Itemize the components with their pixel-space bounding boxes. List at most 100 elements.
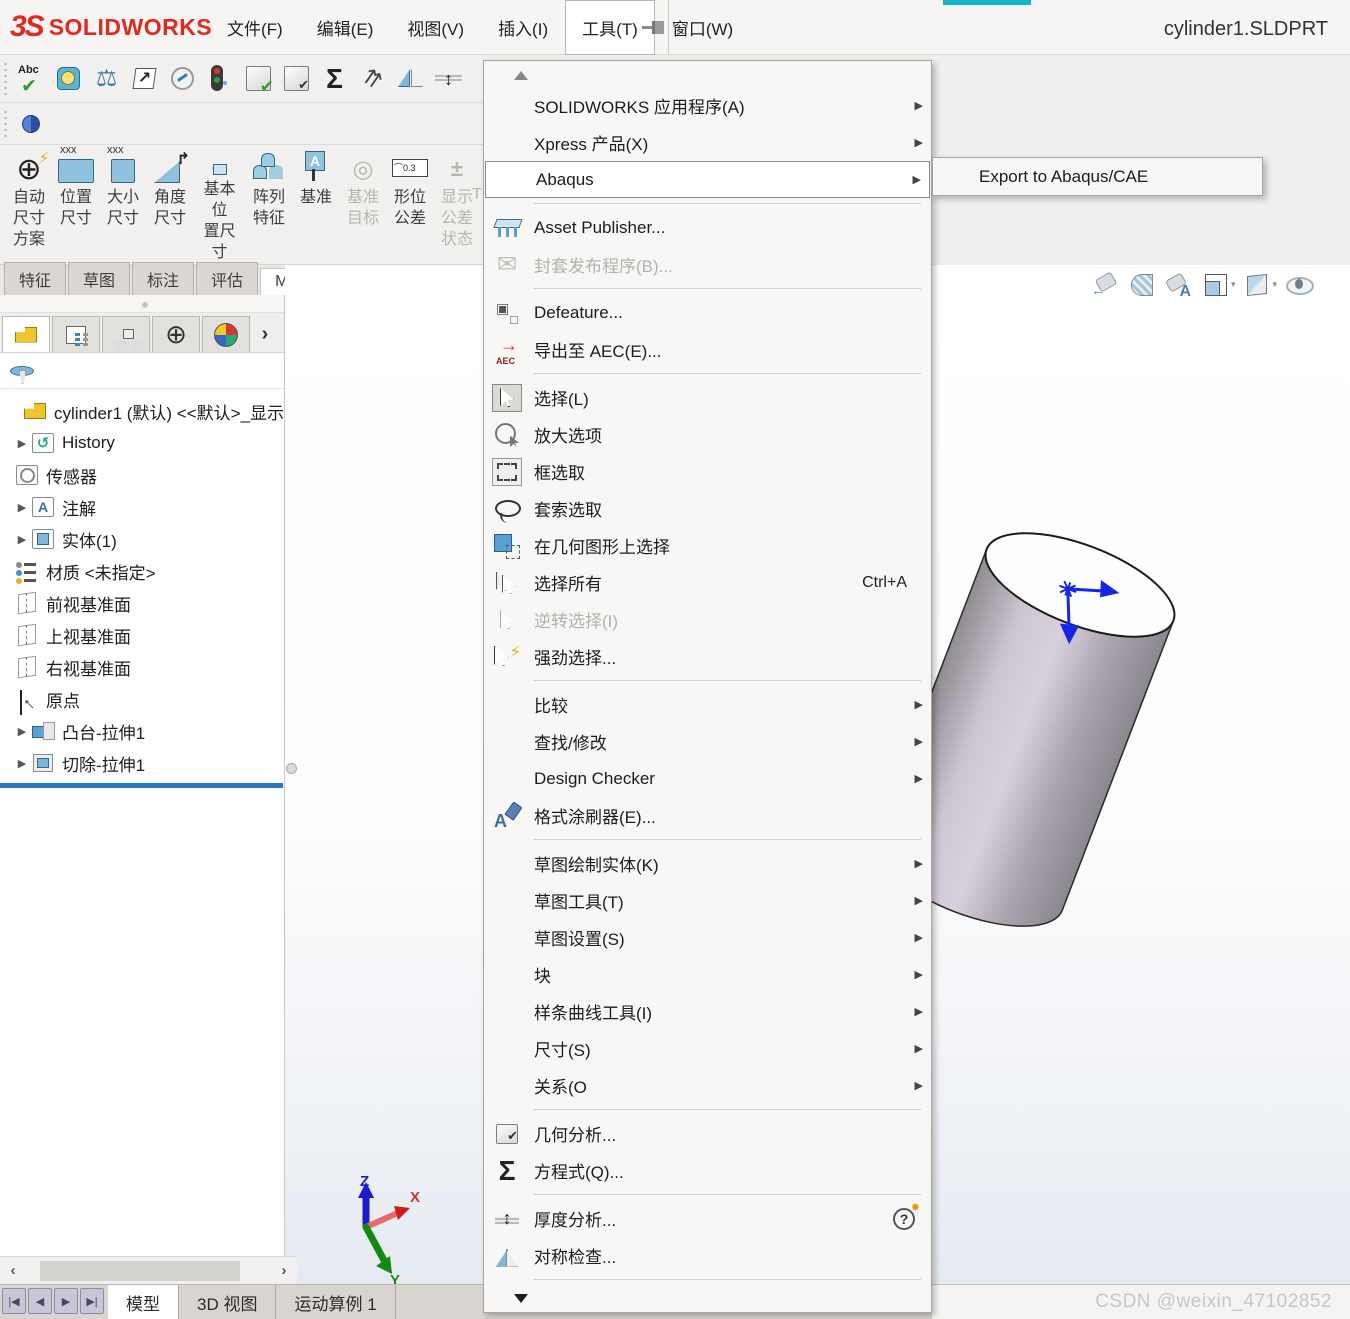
panel-tab[interactable]: [52, 316, 100, 352]
tree-item-row[interactable]: ▶ 上视基准面: [0, 619, 284, 651]
help-icon[interactable]: ?: [893, 1208, 915, 1230]
menu-item[interactable]: 块 ? ▶: [484, 956, 931, 993]
hud-button[interactable]: ▾: [1200, 269, 1236, 299]
tree-item-row[interactable]: ▶ 凸台-拉伸1: [0, 715, 284, 747]
toolbar-grip-2[interactable]: [3, 109, 8, 138]
panel-splitter-handle[interactable]: [0, 295, 284, 313]
scrollbar-track[interactable]: [26, 1261, 271, 1281]
toolbar-grip[interactable]: [3, 61, 8, 96]
sheet-nav-button[interactable]: |◀: [2, 1288, 26, 1314]
menu-item[interactable]: 草图工具(T) ? ▶: [484, 882, 931, 919]
menu-item[interactable]: Xpress 产品(X) ? ▶: [484, 124, 931, 161]
command-tab[interactable]: 特征: [4, 262, 66, 295]
rollback-bar[interactable]: [0, 783, 283, 788]
tree-item-row[interactable]: ▶ 原点: [0, 683, 284, 715]
toolbar-button[interactable]: [318, 62, 351, 95]
hud-button[interactable]: [1052, 269, 1083, 299]
menu-item[interactable]: 尺寸(S) ? ▶: [484, 1030, 931, 1067]
menu-item[interactable]: ? ▶: [484, 368, 931, 379]
menu-item[interactable]: 在几何图形上选择 ? ▶: [484, 527, 931, 564]
panel-tab[interactable]: [202, 316, 250, 352]
hud-button[interactable]: [1283, 269, 1314, 299]
menu-item[interactable]: 逆转选择(I) ? ▶: [484, 601, 931, 638]
tree-item-row[interactable]: ▶ History: [0, 427, 284, 459]
menu-item[interactable]: 比较 ? ▶: [484, 686, 931, 723]
panel-tab[interactable]: [2, 316, 50, 352]
hud-button[interactable]: ▾: [1242, 269, 1278, 299]
menubar-item[interactable]: 编辑(E): [300, 0, 391, 55]
menu-item[interactable]: 对称检查... ? ▶: [484, 1237, 931, 1274]
tree-item-row[interactable]: ▶ 传感器: [0, 459, 284, 491]
tree-root-row[interactable]: ▶ cylinder1 (默认) <<默认>_显示: [0, 395, 284, 427]
expand-arrow-icon[interactable]: ▶: [14, 437, 30, 450]
mbd-toolbar-button[interactable]: 大小尺寸: [100, 149, 146, 264]
menu-item[interactable]: 查找/修改 ? ▶: [484, 723, 931, 760]
scrollbar-thumb[interactable]: [40, 1261, 240, 1281]
hud-button[interactable]: [1015, 269, 1046, 299]
command-tab[interactable]: 草图: [68, 262, 130, 295]
panel-tabs-expand-button[interactable]: ›: [252, 316, 278, 352]
toolbar-button[interactable]: [394, 62, 427, 95]
tree-item-row[interactable]: ▶ 前视基准面: [0, 587, 284, 619]
mbd-toolbar-button[interactable]: 基本位置尺寸 ▼: [194, 149, 245, 264]
menubar-item[interactable]: 文件(F): [210, 0, 300, 55]
hud-button[interactable]: [1126, 269, 1157, 299]
export-to-abaqus-item[interactable]: Export to Abaqus/CAE: [933, 167, 1148, 187]
scroll-right-icon[interactable]: ›: [271, 1262, 297, 1279]
toolbar-button[interactable]: [242, 62, 275, 95]
mbd-toolbar-button[interactable]: 角度尺寸: [147, 149, 193, 264]
menu-item[interactable]: 几何分析... ? ▶: [484, 1115, 931, 1152]
mbd-toolbar-button[interactable]: 位置尺寸: [53, 149, 99, 264]
hud-button[interactable]: [1163, 269, 1194, 299]
expand-arrow-icon[interactable]: ▶: [14, 501, 30, 514]
menubar-item[interactable]: 视图(V): [390, 0, 481, 55]
panel-resize-splitter[interactable]: [285, 295, 298, 1258]
sheet-nav-button[interactable]: ▶: [54, 1288, 78, 1314]
toolbar-button[interactable]: [52, 62, 85, 95]
menu-item[interactable]: ? ▶: [484, 63, 931, 87]
menu-item[interactable]: 选择(L) ? ▶: [484, 379, 931, 416]
splitter-knob[interactable]: [286, 763, 297, 774]
tree-item-row[interactable]: ▶ 材质 <未指定>: [0, 555, 284, 587]
menu-item[interactable]: ? ▶: [484, 834, 931, 845]
hud-button[interactable]: [1089, 269, 1120, 299]
document-tab[interactable]: 模型: [108, 1285, 179, 1319]
scroll-left-icon[interactable]: ‹: [0, 1262, 26, 1279]
menu-item[interactable]: 封套发布程序(B)... ? ▶: [484, 246, 931, 283]
toolbar-button[interactable]: [90, 62, 123, 95]
command-tab[interactable]: 评估: [196, 262, 258, 295]
mbd-toolbar-button[interactable]: 自动尺寸方案: [6, 149, 52, 264]
toolbar-button[interactable]: [128, 62, 161, 95]
tree-item-row[interactable]: ▶ 右视基准面: [0, 651, 284, 683]
menu-item[interactable]: 框选取 ? ▶: [484, 453, 931, 490]
menu-item[interactable]: 选择所有 Ctrl+A ? ▶: [484, 564, 931, 601]
tree-filter-row[interactable]: [0, 353, 284, 389]
panel-tab[interactable]: [102, 316, 150, 352]
menu-item[interactable]: 格式涂刷器(E)... ? ▶: [484, 797, 931, 834]
menu-item[interactable]: SOLIDWORKS 应用程序(A) ? ▶: [484, 87, 931, 124]
menu-item[interactable]: Defeature... ? ▶: [484, 294, 931, 331]
tree-item-row[interactable]: ▶ 实体(1): [0, 523, 284, 555]
menu-item[interactable]: 放大选项 ? ▶: [484, 416, 931, 453]
expand-arrow-icon[interactable]: ▶: [14, 533, 30, 546]
menu-item[interactable]: 厚度分析... ? ▶: [484, 1200, 931, 1237]
mbd-toolbar-button[interactable]: 阵列特征: [246, 149, 292, 264]
menu-item[interactable]: ? ▶: [484, 1285, 931, 1309]
menu-item[interactable]: ? ▶: [484, 1274, 931, 1285]
tree-horizontal-scrollbar[interactable]: ‹ ›: [0, 1256, 297, 1284]
menu-item[interactable]: ? ▶: [484, 1189, 931, 1200]
document-tab[interactable]: 运动算例 1: [276, 1285, 395, 1319]
mbd-toolbar-button[interactable]: 基准: [293, 149, 339, 264]
sheet-nav-button[interactable]: ◀: [28, 1288, 52, 1314]
menubar-item[interactable]: 窗口(W): [655, 0, 750, 55]
menu-item[interactable]: Design Checker ? ▶: [484, 760, 931, 797]
toolbar-button[interactable]: [432, 62, 465, 95]
menu-item[interactable]: 方程式(Q)... ? ▶: [484, 1152, 931, 1189]
menu-item[interactable]: 套索选取 ? ▶: [484, 490, 931, 527]
tree-item-row[interactable]: ▶ 注解: [0, 491, 284, 523]
menubar-item[interactable]: 插入(I): [481, 0, 565, 55]
toolbar-button[interactable]: [14, 107, 47, 140]
command-tab[interactable]: 标注: [132, 262, 194, 295]
pin-icon[interactable]: [640, 18, 666, 38]
menu-item[interactable]: Asset Publisher... ? ▶: [484, 209, 931, 246]
